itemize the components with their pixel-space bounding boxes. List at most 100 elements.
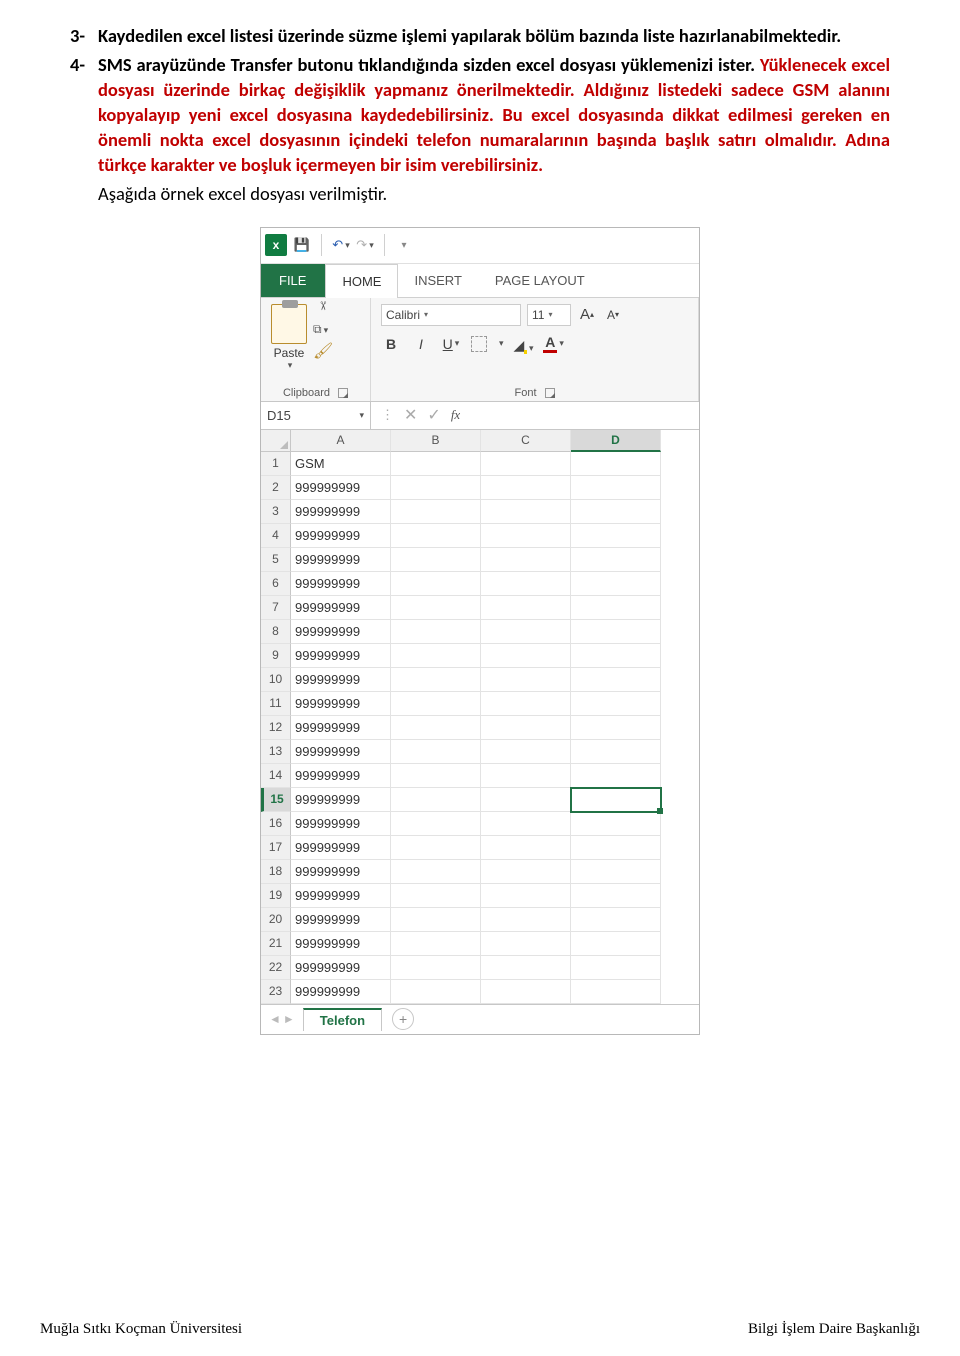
cell[interactable]	[391, 476, 481, 500]
row-header[interactable]: 13	[261, 740, 291, 764]
cell[interactable]	[391, 620, 481, 644]
cell[interactable]	[391, 956, 481, 980]
row-header[interactable]: 23	[261, 980, 291, 1004]
sheet-tab-active[interactable]: Telefon	[303, 1008, 382, 1031]
cell[interactable]	[481, 476, 571, 500]
row-header[interactable]: 5	[261, 548, 291, 572]
cell[interactable]	[391, 452, 481, 476]
fill-color-icon[interactable]: ◢▾	[514, 334, 534, 354]
cell[interactable]	[571, 572, 661, 596]
nav-next-icon[interactable]: ►	[283, 1012, 295, 1026]
select-all-corner[interactable]	[261, 430, 291, 452]
cell[interactable]	[391, 788, 481, 812]
cell[interactable]	[481, 932, 571, 956]
cell[interactable]	[391, 572, 481, 596]
decrease-font-icon[interactable]: A▾	[603, 305, 623, 325]
cell[interactable]	[391, 812, 481, 836]
cell[interactable]	[571, 788, 661, 812]
cell[interactable]	[481, 692, 571, 716]
cell[interactable]	[481, 956, 571, 980]
row-header[interactable]: 12	[261, 716, 291, 740]
cell[interactable]	[391, 596, 481, 620]
cell[interactable]: 999999999	[291, 740, 391, 764]
cell[interactable]	[391, 668, 481, 692]
underline-icon[interactable]: U▾	[441, 334, 461, 354]
cell[interactable]: 999999999	[291, 932, 391, 956]
cell[interactable]	[571, 716, 661, 740]
cell[interactable]	[571, 764, 661, 788]
row-header[interactable]: 15	[261, 788, 291, 812]
col-header-c[interactable]: C	[481, 430, 571, 452]
row-header[interactable]: 21	[261, 932, 291, 956]
tab-home[interactable]: HOME	[325, 264, 398, 298]
cell[interactable]: 999999999	[291, 500, 391, 524]
increase-font-icon[interactable]: A▴	[577, 305, 597, 325]
tab-insert[interactable]: INSERT	[398, 264, 478, 297]
cell[interactable]	[481, 548, 571, 572]
cell[interactable]: 999999999	[291, 956, 391, 980]
cell[interactable]: 999999999	[291, 572, 391, 596]
row-header[interactable]: 6	[261, 572, 291, 596]
cell[interactable]	[481, 788, 571, 812]
cell[interactable]: 999999999	[291, 836, 391, 860]
cell[interactable]: 999999999	[291, 692, 391, 716]
cell[interactable]: 999999999	[291, 476, 391, 500]
cell[interactable]	[571, 884, 661, 908]
row-header[interactable]: 22	[261, 956, 291, 980]
cell[interactable]	[391, 764, 481, 788]
row-header[interactable]: 14	[261, 764, 291, 788]
cell[interactable]	[481, 836, 571, 860]
cell[interactable]	[571, 860, 661, 884]
row-header[interactable]: 4	[261, 524, 291, 548]
cell[interactable]	[391, 716, 481, 740]
row-header[interactable]: 9	[261, 644, 291, 668]
cell[interactable]	[481, 884, 571, 908]
cell[interactable]	[481, 716, 571, 740]
cell[interactable]: 999999999	[291, 644, 391, 668]
enter-icon[interactable]: ✓	[427, 405, 440, 425]
cell[interactable]	[481, 500, 571, 524]
paste-button[interactable]: Paste ▾	[271, 304, 307, 371]
cell[interactable]	[391, 932, 481, 956]
cell[interactable]	[571, 500, 661, 524]
row-header[interactable]: 3	[261, 500, 291, 524]
cell[interactable]: 999999999	[291, 764, 391, 788]
cell[interactable]	[481, 524, 571, 548]
customize-qat-icon[interactable]: ▾	[395, 236, 413, 254]
tab-file[interactable]: FILE	[261, 264, 325, 297]
nav-prev-icon[interactable]: ◄	[269, 1012, 281, 1026]
undo-icon[interactable]: ↶▾	[332, 236, 350, 254]
cell[interactable]	[391, 980, 481, 1004]
save-icon[interactable]: 💾	[293, 236, 311, 254]
row-header[interactable]: 20	[261, 908, 291, 932]
cell[interactable]	[391, 524, 481, 548]
cell[interactable]	[571, 644, 661, 668]
cell[interactable]	[571, 932, 661, 956]
tab-page-layout[interactable]: PAGE LAYOUT	[479, 264, 602, 297]
font-name-select[interactable]: Calibri▾	[381, 304, 521, 326]
cell[interactable]	[571, 476, 661, 500]
copy-icon[interactable]: ⧉▾	[313, 322, 333, 337]
chevron-down-icon[interactable]: ▾	[288, 360, 293, 371]
cancel-icon[interactable]: ✕	[404, 405, 417, 425]
cell[interactable]	[571, 692, 661, 716]
row-header[interactable]: 8	[261, 620, 291, 644]
cell[interactable]	[481, 596, 571, 620]
font-color-icon[interactable]: A▾	[544, 334, 564, 354]
cell[interactable]	[481, 764, 571, 788]
cell[interactable]	[571, 548, 661, 572]
cell[interactable]	[571, 620, 661, 644]
bold-icon[interactable]: B	[381, 334, 401, 354]
cell[interactable]: 999999999	[291, 812, 391, 836]
cell[interactable]	[481, 572, 571, 596]
cell[interactable]	[481, 644, 571, 668]
add-sheet-icon[interactable]: +	[392, 1008, 414, 1030]
cell[interactable]	[571, 836, 661, 860]
dialog-launcher-icon[interactable]	[338, 388, 348, 398]
fx-icon[interactable]: fx	[451, 407, 460, 423]
row-header[interactable]: 19	[261, 884, 291, 908]
cell[interactable]	[571, 812, 661, 836]
cell[interactable]: 999999999	[291, 716, 391, 740]
cell[interactable]: 999999999	[291, 860, 391, 884]
row-header[interactable]: 17	[261, 836, 291, 860]
